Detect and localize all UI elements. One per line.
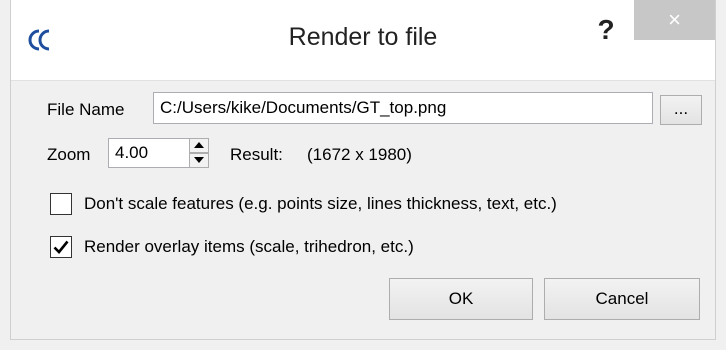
result-value: (1672 x 1980) xyxy=(307,145,412,164)
zoom-increment-button[interactable] xyxy=(189,138,209,153)
close-icon: × xyxy=(668,7,681,32)
arrow-down-icon xyxy=(194,157,204,163)
render-overlay-items-checkbox[interactable] xyxy=(50,236,72,258)
zoom-input[interactable]: 4.00 xyxy=(108,138,190,168)
title-divider xyxy=(11,80,715,81)
result-label: Result: xyxy=(230,145,283,164)
file-name-input[interactable]: C:/Users/kike/Documents/GT_top.png xyxy=(153,92,653,124)
zoom-decrement-button[interactable] xyxy=(189,153,209,168)
arrow-up-icon xyxy=(194,142,204,148)
ok-button[interactable]: OK xyxy=(389,278,533,320)
dont-scale-features-label: Don't scale features (e.g. points size, … xyxy=(84,194,557,213)
zoom-spinner[interactable] xyxy=(189,138,209,168)
render-dialog: Render to file ? × File Name C:/Users/ki… xyxy=(10,0,716,340)
zoom-label: Zoom xyxy=(47,145,91,164)
help-button[interactable]: ? xyxy=(586,10,626,50)
title-bar: Render to file ? × xyxy=(11,0,715,80)
dont-scale-features-checkbox[interactable] xyxy=(50,193,72,215)
checkmark-icon xyxy=(53,240,69,254)
file-name-label: File Name xyxy=(47,100,125,119)
browse-button[interactable]: ... xyxy=(660,95,702,125)
cancel-button[interactable]: Cancel xyxy=(544,278,700,320)
close-button[interactable]: × xyxy=(634,0,715,40)
render-overlay-items-label: Render overlay items (scale, trihedron, … xyxy=(84,237,414,256)
